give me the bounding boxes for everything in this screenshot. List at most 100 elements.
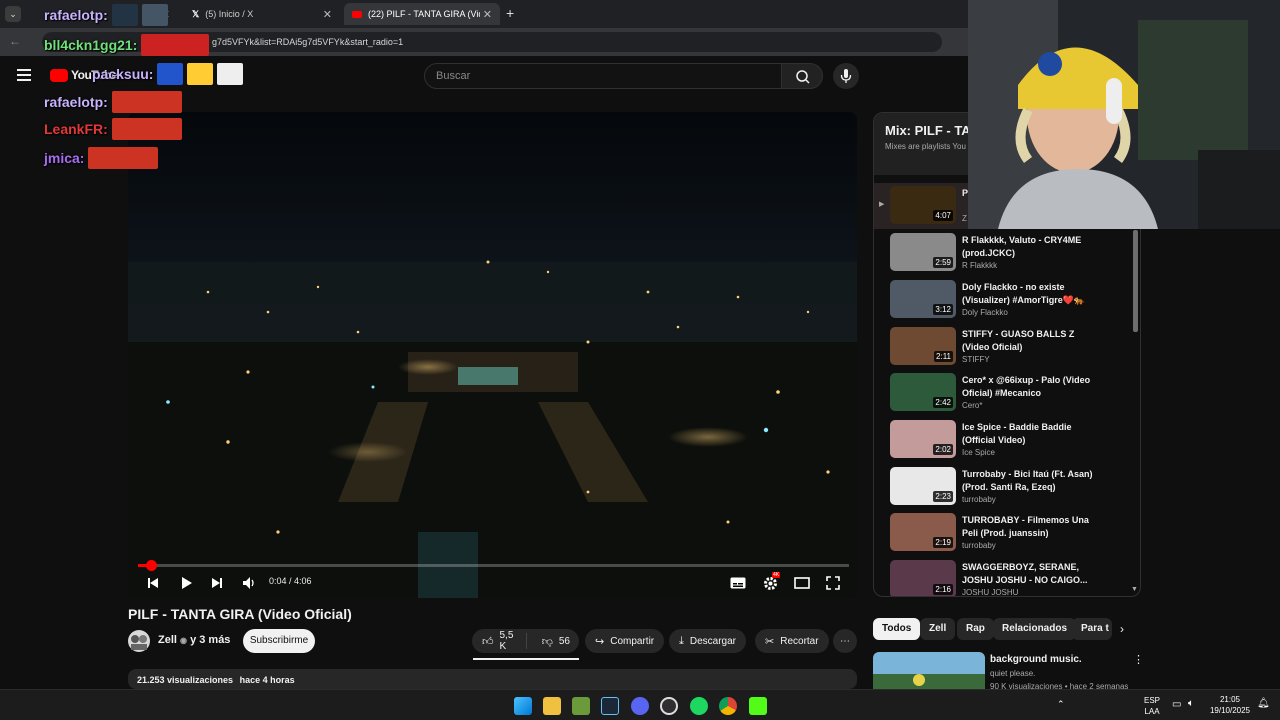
playlist-item-title[interactable]: R Flakkkk, Valuto - CRY4ME (prod.JCKC) — [962, 234, 1094, 260]
share-button[interactable]: ↪ Compartir — [585, 629, 665, 653]
recommended-thumbnail[interactable] — [873, 652, 985, 690]
previous-button[interactable] — [142, 572, 164, 594]
playlist-thumbnail[interactable]: 2:23 — [890, 467, 956, 505]
playlist-thumbnail[interactable]: 3:12 — [890, 280, 956, 318]
playlist-item-title[interactable]: SWAGGERBOYZ, SERANE, JOSHU JOSHU - NO CA… — [962, 561, 1094, 587]
search-button[interactable] — [781, 63, 823, 89]
steam-icon[interactable] — [601, 697, 619, 715]
playlist-item[interactable]: 2:16 SWAGGERBOYZ, SERANE, JOSHU JOSHU - N… — [874, 557, 1140, 596]
playlist-item-title[interactable]: STIFFY - GUASO BALLS Z (Video Oficial) — [962, 328, 1094, 354]
play-button[interactable] — [175, 572, 197, 594]
more-actions-button[interactable]: ⋯ — [833, 629, 857, 653]
channel-name[interactable]: Zell ◉ y 3 más — [158, 634, 230, 646]
hamburger-menu-icon[interactable] — [17, 69, 31, 81]
network-icon[interactable]: ▭ — [1172, 699, 1181, 710]
clip-button[interactable]: ✂ Recortar — [755, 629, 829, 653]
filter-chip[interactable]: Zell — [920, 618, 956, 640]
chrome-icon[interactable] — [719, 697, 737, 715]
duration-badge: 2:19 — [933, 537, 953, 548]
tab-youtube[interactable]: (22) PILF - TANTA GIRA (Video ✕ — [344, 3, 500, 25]
playlist-scrollbar[interactable] — [1133, 230, 1138, 332]
playlist-item-channel: R Flakkkk — [962, 261, 998, 270]
download-icon: ⤓ — [679, 634, 684, 647]
filter-chip[interactable]: Para t — [1072, 618, 1112, 640]
playlist-item-title[interactable]: Turrobaby - Bici Itaú (Ft. Asan) (Prod. … — [962, 468, 1094, 494]
windows-start-icon[interactable] — [514, 697, 532, 715]
playlist-item-title[interactable]: TURROBABY - Filmemos Una Peli (Prod. jua… — [962, 514, 1094, 540]
discord-icon[interactable] — [631, 697, 649, 715]
chat-message: LeankFR: — [44, 118, 182, 140]
playlist-title[interactable]: Mix: PILF - TA — [885, 123, 971, 138]
new-tab-button[interactable]: + — [506, 5, 514, 21]
playlist-thumbnail[interactable]: 2:19 — [890, 513, 956, 551]
subtitles-button[interactable] — [727, 572, 749, 594]
duration-badge: 2:16 — [933, 584, 953, 595]
obs-icon[interactable] — [660, 697, 678, 715]
fullscreen-button[interactable] — [822, 572, 844, 594]
playlist-item[interactable]: 2:59 R Flakkkk, Valuto - CRY4ME (prod.JCK… — [874, 230, 1140, 276]
recommended-channel[interactable]: quiet please. — [990, 669, 1035, 678]
tab-list-chevron-icon[interactable]: ⌄ — [5, 6, 21, 22]
notifications-icon[interactable]: 🔔︎ — [1257, 698, 1270, 709]
progress-scrubber[interactable] — [145, 560, 157, 571]
playlist-thumbnail[interactable]: 4:07 — [890, 186, 956, 224]
minecraft-icon[interactable] — [572, 697, 590, 715]
scroll-down-arrow-icon[interactable]: ▼ — [1131, 586, 1138, 593]
playlist-item[interactable]: 2:23 Turrobaby - Bici Itaú (Ft. Asan) (Pr… — [874, 464, 1140, 510]
duration-badge: 2:23 — [933, 491, 953, 502]
back-arrow-icon[interactable]: ← — [9, 34, 21, 48]
playlist-thumbnail[interactable]: 2:11 — [890, 327, 956, 365]
filter-chip[interactable]: Todos — [873, 618, 921, 640]
search-icon — [796, 70, 810, 84]
kick-icon[interactable] — [749, 697, 767, 715]
tab-x-home[interactable]: 𝕏 (5) Inicio / X ✕ — [184, 3, 340, 25]
dislike-button[interactable]: 👎︎ 56 — [533, 635, 579, 648]
chat-emote — [141, 4, 168, 26]
time-display: 0:04 / 4:06 — [269, 576, 312, 586]
volume-button[interactable] — [238, 572, 260, 594]
tab-close-icon[interactable]: ✕ — [483, 8, 492, 21]
spotify-icon[interactable] — [690, 697, 708, 715]
next-button[interactable] — [206, 572, 228, 594]
tab-label: (22) PILF - TANTA GIRA (Video — [368, 9, 480, 19]
video-player[interactable]: 0:04 / 4:06 4K — [128, 112, 857, 598]
settings-button[interactable]: 4K — [759, 572, 781, 594]
tab-close-icon[interactable]: ✕ — [323, 8, 332, 21]
channel-avatar[interactable] — [128, 630, 150, 652]
like-count: 5,5 K — [499, 630, 514, 652]
recommended-title[interactable]: background music. — [990, 654, 1082, 665]
streamer-webcam-image — [968, 0, 1280, 229]
tray-overflow-icon[interactable]: ⌃ — [1057, 699, 1065, 710]
playlist-item[interactable]: 2:02 Ice Spice - Baddie Baddie (Official … — [874, 417, 1140, 463]
playlist-thumbnail[interactable]: 2:16 — [890, 560, 956, 596]
subscribe-button[interactable]: Subscribirme — [243, 629, 315, 653]
speaker-icon[interactable]: 🔈︎ — [1188, 698, 1194, 709]
recommended-more-icon[interactable]: ⋮ — [1133, 653, 1144, 666]
description-box[interactable]: 21.253 visualizaciones hace 4 horas — [128, 669, 857, 689]
voice-search-button[interactable] — [833, 63, 859, 89]
playlist-item[interactable]: 2:11 STIFFY - GUASO BALLS Z (Video Oficia… — [874, 324, 1140, 370]
filter-chip[interactable]: Rap — [957, 618, 994, 640]
search-input[interactable]: Buscar — [424, 63, 782, 89]
theater-mode-button[interactable] — [791, 572, 813, 594]
filter-chip[interactable]: Relacionados — [993, 618, 1077, 640]
playlist-item-title[interactable]: Doly Flackko - no existe (Visualizer) #A… — [962, 281, 1094, 307]
clock[interactable]: 21:05 19/10/2025 — [1210, 694, 1250, 716]
progress-bar[interactable] — [138, 560, 849, 571]
playlist-thumbnail[interactable]: 2:02 — [890, 420, 956, 458]
chat-username: LeankFR: — [44, 121, 108, 137]
playlist-item[interactable]: 3:12 Doly Flackko - no existe (Visualizer… — [874, 277, 1140, 323]
language-indicator[interactable]: ESP LAA — [1144, 695, 1160, 717]
playlist-thumbnail[interactable]: 2:42 — [890, 373, 956, 411]
file-explorer-icon[interactable] — [543, 697, 561, 715]
duration-badge: 2:59 — [933, 257, 953, 268]
chips-next-arrow-icon[interactable]: › — [1120, 622, 1124, 636]
playlist-thumbnail[interactable]: 2:59 — [890, 233, 956, 271]
playlist-item-title[interactable]: Cero* x @66ixup - Palo (Video Oficial) #… — [962, 374, 1094, 400]
playlist-item[interactable]: 2:19 TURROBABY - Filmemos Una Peli (Prod.… — [874, 510, 1140, 556]
chat-username: bll4ckn1gg21: — [44, 37, 138, 53]
like-button[interactable]: 👍︎ 5,5 K — [472, 630, 527, 652]
playlist-item[interactable]: 2:42 Cero* x @66ixup - Palo (Video Oficia… — [874, 370, 1140, 416]
download-button[interactable]: ⤓ Descargar — [669, 629, 747, 653]
playlist-item-title[interactable]: Ice Spice - Baddie Baddie (Official Vide… — [962, 421, 1094, 447]
